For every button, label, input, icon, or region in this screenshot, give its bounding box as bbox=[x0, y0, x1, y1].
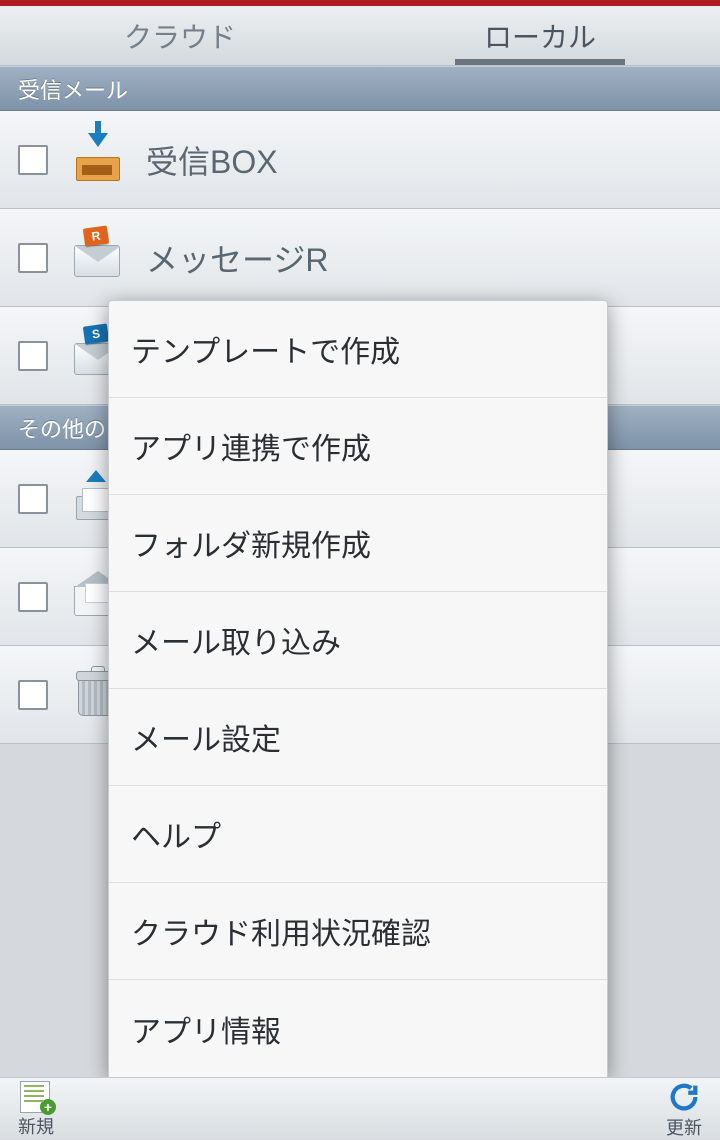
folder-row-inbox[interactable]: 受信BOX bbox=[0, 111, 720, 209]
menu-item-help[interactable]: ヘルプ bbox=[109, 786, 607, 883]
checkbox[interactable] bbox=[18, 243, 48, 273]
message-r-icon: R bbox=[70, 233, 124, 283]
refresh-button[interactable]: 更新 bbox=[666, 1078, 702, 1139]
new-document-icon: + bbox=[18, 1081, 54, 1113]
tab-cloud[interactable]: クラウド bbox=[0, 6, 360, 65]
checkbox[interactable] bbox=[18, 582, 48, 612]
menu-item-cloud-usage[interactable]: クラウド利用状況確認 bbox=[109, 883, 607, 980]
section-header-received: 受信メール bbox=[0, 66, 720, 111]
refresh-button-label: 更新 bbox=[666, 1114, 702, 1140]
content-area: 受信メール 受信BOX R メッセージR S メッセージS その他の bbox=[0, 66, 720, 1077]
bottom-toolbar: + 新規 更新 bbox=[0, 1077, 720, 1139]
inbox-icon bbox=[70, 135, 124, 185]
checkbox[interactable] bbox=[18, 484, 48, 514]
new-button[interactable]: + 新規 bbox=[18, 1078, 54, 1139]
folder-row-message-r[interactable]: R メッセージR bbox=[0, 209, 720, 307]
menu-item-template-create[interactable]: テンプレートで作成 bbox=[109, 301, 607, 398]
checkbox[interactable] bbox=[18, 680, 48, 710]
folder-label: メッセージR bbox=[146, 235, 328, 281]
menu-item-mail-settings[interactable]: メール設定 bbox=[109, 689, 607, 786]
menu-item-app-link-create[interactable]: アプリ連携で作成 bbox=[109, 398, 607, 495]
refresh-icon bbox=[667, 1080, 701, 1114]
menu-item-import-mail[interactable]: メール取り込み bbox=[109, 592, 607, 689]
tab-local[interactable]: ローカル bbox=[360, 6, 720, 65]
folder-label: 受信BOX bbox=[146, 137, 278, 183]
menu-item-app-info[interactable]: アプリ情報 bbox=[109, 980, 607, 1077]
menu-item-new-folder[interactable]: フォルダ新規作成 bbox=[109, 495, 607, 592]
checkbox[interactable] bbox=[18, 341, 48, 371]
tab-bar: クラウド ローカル bbox=[0, 6, 720, 66]
checkbox[interactable] bbox=[18, 145, 48, 175]
action-popup-menu: テンプレートで作成 アプリ連携で作成 フォルダ新規作成 メール取り込み メール設… bbox=[108, 300, 608, 1077]
new-button-label: 新規 bbox=[18, 1113, 54, 1139]
